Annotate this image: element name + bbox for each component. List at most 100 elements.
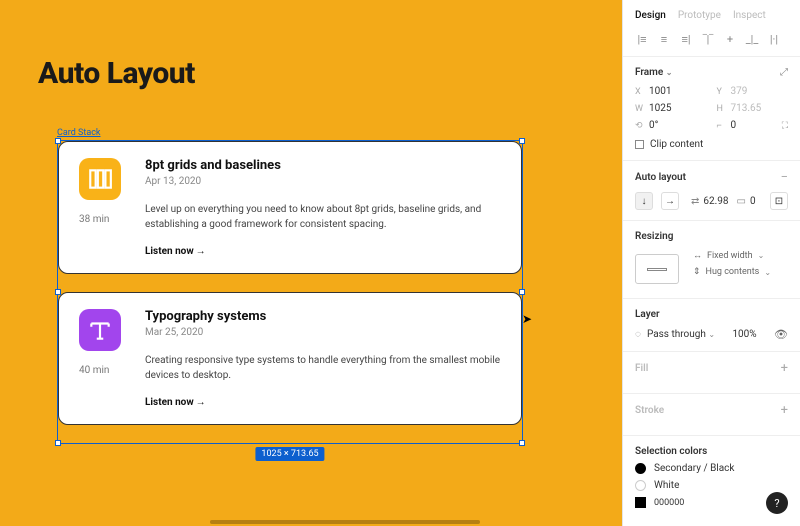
arrow-right-icon: → — [196, 397, 206, 408]
resize-handle-mr[interactable] — [519, 289, 525, 295]
align-left-icon[interactable]: |≡ — [635, 33, 649, 46]
card-date: Mar 25, 2020 — [145, 327, 501, 338]
x-input[interactable]: 1001 — [649, 86, 671, 97]
resizing-preview[interactable] — [635, 254, 679, 284]
hug-v-icon: ⇕ — [693, 267, 701, 277]
help-button[interactable]: ? — [766, 492, 788, 514]
stroke-title: Stroke — [635, 405, 664, 416]
visibility-toggle-icon[interactable]: 👁 — [774, 328, 788, 341]
stroke-section: Stroke + — [623, 393, 800, 435]
frame-section-title[interactable]: Frame ⌄ — [635, 67, 672, 78]
radius-input[interactable]: 0 — [731, 120, 737, 131]
direction-horizontal-button[interactable]: → — [661, 192, 679, 210]
blend-icon: ◌ — [635, 329, 641, 340]
selected-frame[interactable]: 38 min 8pt grids and baselines Apr 13, 2… — [57, 140, 523, 444]
x-label: X — [635, 87, 645, 97]
alignment-controls: |≡ ≡ ≡| ‾|‾ + _|_ |·| — [623, 29, 800, 56]
h-label: H — [717, 104, 727, 114]
chevron-down-icon: ⌄ — [758, 251, 765, 260]
card-description: Creating responsive type systems to hand… — [145, 354, 501, 383]
properties-panel: Design Prototype Inspect |≡ ≡ ≡| ‾|‾ + _… — [622, 0, 800, 526]
align-bottom-icon[interactable]: _|_ — [745, 33, 759, 46]
card[interactable]: 40 min Typography systems Mar 25, 2020 C… — [58, 292, 522, 425]
fill-section: Fill + — [623, 351, 800, 393]
resize-handle-br[interactable] — [519, 440, 525, 446]
chevron-down-icon: ⌄ — [764, 268, 771, 277]
align-right-icon[interactable]: ≡| — [679, 33, 693, 46]
rotation-label: ⟲ — [635, 121, 645, 131]
tab-design[interactable]: Design — [635, 10, 666, 21]
horizontal-scrollbar[interactable] — [210, 520, 480, 524]
vertical-resizing-select[interactable]: ⇕Hug contents⌄ — [693, 267, 771, 277]
direction-vertical-button[interactable]: ↓ — [635, 192, 653, 210]
w-input[interactable]: 1025 — [649, 103, 671, 114]
fit-frame-icon[interactable]: ⤢ — [780, 67, 788, 78]
listen-link[interactable]: Listen now→ — [145, 246, 501, 257]
chevron-down-icon: ⌄ — [708, 330, 715, 339]
layer-section: Layer ◌ Pass through ⌄ 100% 👁 — [623, 298, 800, 351]
add-fill-button[interactable]: + — [781, 362, 788, 375]
blend-mode-select[interactable]: Pass through ⌄ — [647, 329, 715, 340]
arrow-h-icon: ↔ — [693, 250, 702, 261]
frame-section: Frame ⌄ ⤢ X1001 Y379 W1025 H713.65 ⟲0° ⌐… — [623, 56, 800, 160]
card-date: Apr 13, 2020 — [145, 176, 501, 187]
card-description: Level up on everything you need to know … — [145, 203, 501, 232]
align-top-icon[interactable]: ‾|‾ — [701, 33, 715, 46]
color-swatch-square — [635, 497, 646, 508]
add-stroke-button[interactable]: + — [781, 404, 788, 417]
card[interactable]: 38 min 8pt grids and baselines Apr 13, 2… — [58, 141, 522, 274]
resizing-title: Resizing — [635, 231, 788, 242]
card-duration: 38 min — [79, 214, 109, 225]
horizontal-resizing-select[interactable]: ↔Fixed width⌄ — [693, 250, 771, 261]
listen-link[interactable]: Listen now→ — [145, 397, 501, 408]
design-canvas[interactable]: Auto Layout Card Stack 38 min 8pt grids … — [0, 0, 622, 526]
align-vcenter-icon[interactable]: + — [723, 33, 737, 46]
alignment-settings-button[interactable]: ⊡ — [770, 192, 788, 210]
padding-icon: ▭ — [737, 196, 746, 207]
remove-auto-layout-icon[interactable]: − — [781, 171, 788, 184]
auto-layout-title: Auto layout — [635, 172, 686, 183]
auto-layout-section: Auto layout − ↓ → ⇄62.98 ▭0 ⊡ — [623, 160, 800, 220]
type-icon — [87, 317, 113, 343]
resize-handle-bl[interactable] — [55, 440, 61, 446]
w-label: W — [635, 104, 645, 114]
panel-tabs: Design Prototype Inspect — [623, 0, 800, 29]
selection-color-row[interactable]: White — [635, 480, 788, 491]
resize-handle-tr[interactable] — [519, 138, 525, 144]
cursor-icon: ➤ — [522, 312, 532, 326]
distribute-icon[interactable]: |·| — [767, 33, 781, 46]
independent-corners-icon[interactable]: ⛶ — [782, 121, 788, 131]
color-name: Secondary / Black — [654, 463, 734, 474]
padding-input[interactable]: 0 — [750, 196, 756, 207]
card-title: 8pt grids and baselines — [145, 158, 501, 173]
color-hex: 000000 — [654, 498, 684, 508]
h-input[interactable]: 713.65 — [731, 103, 762, 114]
clip-content-toggle[interactable]: Clip content — [635, 139, 788, 150]
tab-prototype[interactable]: Prototype — [678, 10, 721, 21]
opacity-input[interactable]: 100% — [732, 329, 756, 340]
color-swatch-black — [635, 463, 646, 474]
card-duration: 40 min — [79, 365, 109, 376]
chevron-down-icon: ⌄ — [666, 68, 673, 77]
arrow-right-icon: → — [196, 246, 206, 257]
frame-label[interactable]: Card Stack — [57, 128, 100, 138]
layer-title: Layer — [635, 309, 788, 320]
card-thumb — [79, 309, 121, 351]
spacing-input[interactable]: 62.98 — [703, 196, 728, 207]
rotation-input[interactable]: 0° — [649, 120, 658, 131]
resize-handle-tl[interactable] — [55, 138, 61, 144]
tab-inspect[interactable]: Inspect — [733, 10, 766, 21]
align-hcenter-icon[interactable]: ≡ — [657, 33, 671, 46]
resizing-section: Resizing ↔Fixed width⌄ ⇕Hug contents⌄ — [623, 220, 800, 298]
checkbox-icon — [635, 140, 644, 149]
color-swatch-white — [635, 480, 646, 491]
card-title: Typography systems — [145, 309, 501, 324]
canvas-heading: Auto Layout — [38, 56, 195, 91]
radius-label: ⌐ — [717, 120, 727, 131]
selection-color-row[interactable]: Secondary / Black — [635, 463, 788, 474]
card-thumb — [79, 158, 121, 200]
resize-handle-ml[interactable] — [55, 289, 61, 295]
fill-title: Fill — [635, 363, 648, 374]
columns-icon — [87, 166, 113, 192]
y-input[interactable]: 379 — [731, 86, 748, 97]
